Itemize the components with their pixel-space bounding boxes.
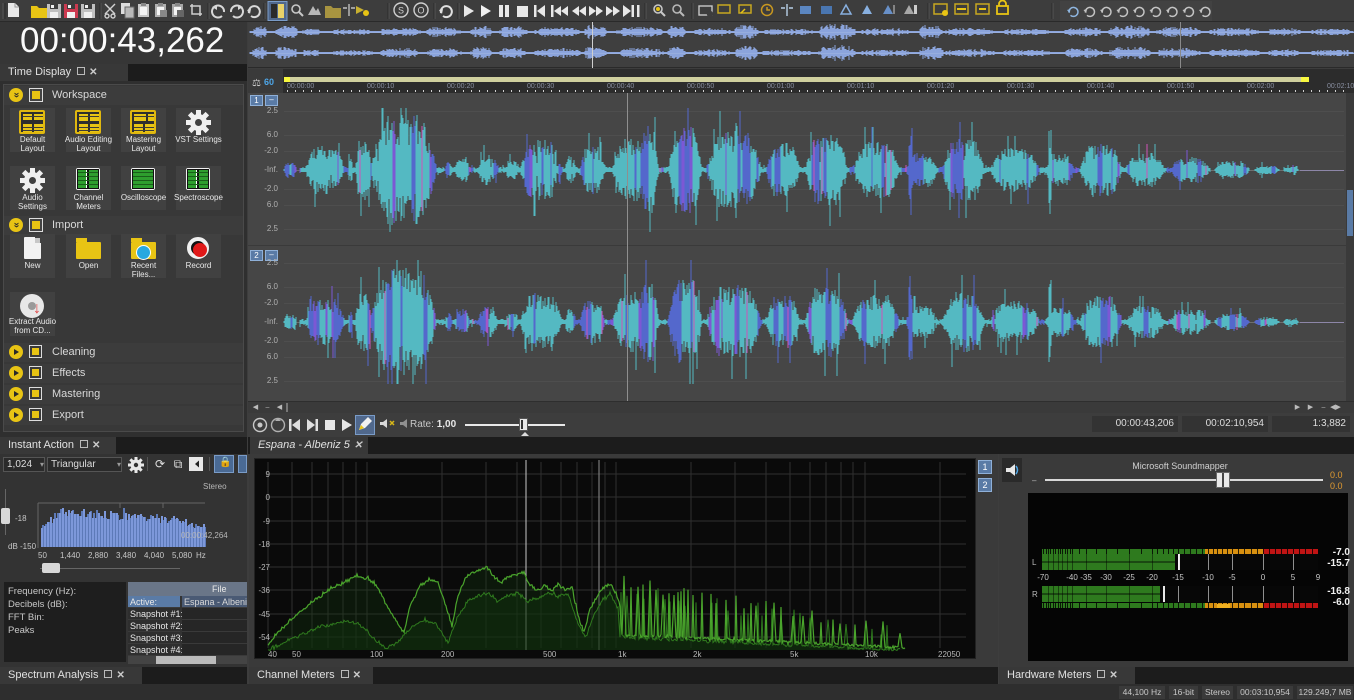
svg-text:0: 0 xyxy=(1261,573,1266,582)
svg-text:-20: -20 xyxy=(1146,573,1158,582)
svg-text:-25: -25 xyxy=(1123,573,1135,582)
svg-text:-10: -10 xyxy=(1202,573,1214,582)
svg-text:5: 5 xyxy=(1291,573,1296,582)
svg-text:-35: -35 xyxy=(1080,573,1092,582)
svg-text:-70: -70 xyxy=(1037,573,1049,582)
svg-text:-15: -15 xyxy=(1172,573,1184,582)
svg-text:-5: -5 xyxy=(1228,573,1236,582)
svg-text:9: 9 xyxy=(1316,573,1321,582)
svg-text:-40: -40 xyxy=(1066,573,1078,582)
svg-text:-30: -30 xyxy=(1100,573,1112,582)
